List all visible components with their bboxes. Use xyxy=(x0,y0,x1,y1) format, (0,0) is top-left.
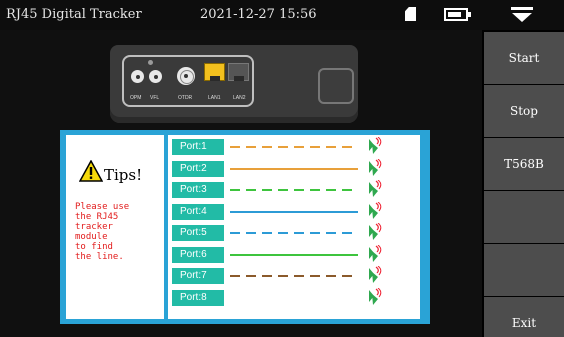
port-label-lan2: LAN2 xyxy=(233,95,246,101)
port-row: Port:1 xyxy=(168,136,420,155)
port-row: Port:8 xyxy=(168,287,420,306)
port-label: Port:8 xyxy=(172,289,224,306)
device-button-icon xyxy=(318,68,354,104)
dropdown-menu-icon[interactable] xyxy=(510,7,534,23)
signal-icon xyxy=(368,222,382,241)
signal-icon xyxy=(368,158,382,177)
status-bar: RJ45 Digital Tracker 2021-12-27 15:56 xyxy=(0,0,564,30)
signal-icon xyxy=(368,136,382,155)
battery-icon xyxy=(444,8,471,21)
lan2-port-icon xyxy=(228,63,249,81)
port-label-vfl: VFL xyxy=(150,95,160,101)
lan1-port-icon xyxy=(204,63,225,81)
port-row: Port:6 xyxy=(168,244,420,263)
port-label: Port:1 xyxy=(172,139,224,155)
port-row: Port:5 xyxy=(168,222,420,241)
port-label-otdr: OTDR xyxy=(178,95,193,101)
otdr-port-icon xyxy=(177,67,195,85)
port-label: Port:7 xyxy=(172,268,224,284)
side-menu: Start Stop T568B Exit xyxy=(482,30,564,337)
device-illustration: OPM VFL OTDR LAN1 LAN2 xyxy=(110,45,358,123)
tracker-panel: Tips! Please use the RJ45 tracker module… xyxy=(60,130,430,324)
device-port-panel: OPM VFL OTDR LAN1 LAN2 xyxy=(122,55,254,107)
signal-icon xyxy=(368,201,382,220)
signal-icon xyxy=(368,265,382,284)
t568b-button[interactable]: T568B xyxy=(484,138,564,190)
port-row: Port:2 xyxy=(168,158,420,177)
port-label: Port:5 xyxy=(172,225,224,241)
signal-icon xyxy=(368,179,382,198)
start-button[interactable]: Start xyxy=(484,32,564,84)
port-label: Port:4 xyxy=(172,203,224,220)
port-label-lan1: LAN1 xyxy=(208,95,221,101)
port-wire-line xyxy=(230,167,358,170)
main-area: OPM VFL OTDR LAN1 LAN2 Tips! Please use … xyxy=(0,30,482,337)
port-label: Port:3 xyxy=(172,182,224,198)
port-label: Port:2 xyxy=(172,160,224,177)
tips-box: Tips! Please use the RJ45 tracker module… xyxy=(66,135,164,319)
port-wire-line xyxy=(230,232,358,234)
vfl-port-icon xyxy=(149,70,162,83)
port-wire-line xyxy=(230,275,358,277)
menu-button-empty-2[interactable] xyxy=(484,244,564,296)
menu-button-empty-1[interactable] xyxy=(484,191,564,243)
port-wire-line xyxy=(230,253,358,256)
tips-title: Tips! xyxy=(104,166,143,184)
app-title: RJ45 Digital Tracker xyxy=(6,7,142,22)
port-label-opm: OPM xyxy=(130,95,142,101)
tips-message: Please use the RJ45 tracker module to fi… xyxy=(75,202,130,262)
port-label: Port:6 xyxy=(172,246,224,263)
vfl-led-icon xyxy=(148,60,153,65)
signal-icon xyxy=(368,244,382,263)
port-row: Port:7 xyxy=(168,265,420,284)
port-row: Port:3 xyxy=(168,179,420,198)
warning-icon xyxy=(79,160,103,182)
port-wire-line xyxy=(230,210,358,213)
port-wire-line xyxy=(230,189,358,191)
stop-button[interactable]: Stop xyxy=(484,85,564,137)
datetime: 2021-12-27 15:56 xyxy=(200,7,317,22)
battery-level xyxy=(448,12,461,17)
port-wire-line xyxy=(230,146,358,148)
exit-button[interactable]: Exit xyxy=(484,297,564,337)
sd-card-icon xyxy=(405,7,416,21)
signal-icon xyxy=(368,287,382,306)
opm-port-icon xyxy=(131,70,144,83)
port-list: Port:1 Port:2 Port:3 Port:4 Port:5 Port:6 Port… xyxy=(168,135,420,319)
port-row: Port:4 xyxy=(168,201,420,220)
